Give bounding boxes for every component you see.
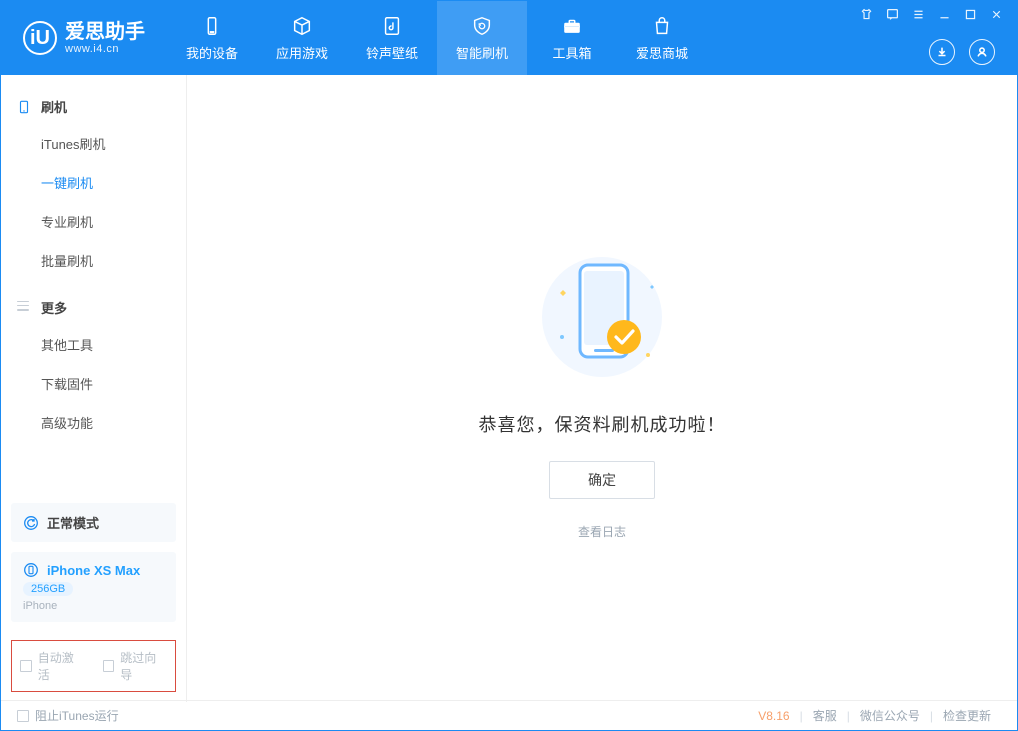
wechat-link[interactable]: 微信公众号 (850, 707, 930, 724)
account-button[interactable] (969, 39, 995, 65)
tab-label: 应用游戏 (276, 43, 328, 62)
sidebar-group-flash: 刷机 (1, 89, 186, 124)
sidebar-item-itunes-flash[interactable]: iTunes刷机 (1, 124, 186, 163)
main-content: 恭喜您，保资料刷机成功啦！ 确定 查看日志 (187, 75, 1017, 702)
check-update-link[interactable]: 检查更新 (933, 707, 1001, 724)
sidebar-item-batch-flash[interactable]: 批量刷机 (1, 241, 186, 280)
cube-icon (290, 15, 314, 37)
device-type: iPhone (23, 600, 164, 612)
support-link[interactable]: 客服 (803, 707, 847, 724)
sidebar-group-more: 更多 (1, 290, 186, 325)
phone-icon (23, 562, 39, 578)
checkbox-skip-wizard[interactable]: 跳过向导 (103, 649, 168, 683)
feedback-icon[interactable] (885, 7, 899, 21)
tab-my-device[interactable]: 我的设备 (167, 1, 257, 75)
sidebar-item-oneclick-flash[interactable]: 一键刷机 (1, 163, 186, 202)
device-card[interactable]: iPhone XS Max 256GB iPhone (11, 552, 176, 622)
sidebar-item-pro-flash[interactable]: 专业刷机 (1, 202, 186, 241)
main-tabs: 我的设备 应用游戏 铃声壁纸 智能刷机 工具箱 爱思商城 (167, 1, 707, 75)
status-bar: 阻止iTunes运行 V8.16 | 客服 | 微信公众号 | 检查更新 (1, 700, 1017, 730)
tab-apps-games[interactable]: 应用游戏 (257, 1, 347, 75)
phone-icon (17, 100, 31, 114)
music-file-icon (380, 15, 404, 37)
checkbox-label: 跳过向导 (120, 649, 167, 683)
confirm-button[interactable]: 确定 (549, 461, 655, 499)
success-illustration (522, 237, 682, 387)
tab-label: 智能刷机 (456, 43, 508, 62)
logo-icon: iU (23, 21, 57, 55)
tab-smart-flash[interactable]: 智能刷机 (437, 1, 527, 75)
checkbox-block-itunes[interactable]: 阻止iTunes运行 (17, 707, 119, 724)
shield-refresh-icon (470, 15, 494, 37)
toolbox-icon (560, 15, 584, 37)
device-capacity-badge: 256GB (23, 582, 73, 596)
app-title: 爱思助手 (65, 21, 145, 43)
tab-store[interactable]: 爱思商城 (617, 1, 707, 75)
download-button[interactable] (929, 39, 955, 65)
checkbox-auto-activate[interactable]: 自动激活 (20, 649, 85, 683)
maximize-button[interactable] (963, 7, 977, 21)
tab-toolbox[interactable]: 工具箱 (527, 1, 617, 75)
tab-ringtone-wallpaper[interactable]: 铃声壁纸 (347, 1, 437, 75)
device-icon (200, 15, 224, 37)
version-label: V8.16 (748, 709, 799, 723)
checkbox-label: 自动激活 (38, 649, 85, 683)
sidebar-item-download-firmware[interactable]: 下载固件 (1, 364, 186, 403)
view-log-link[interactable]: 查看日志 (578, 523, 626, 540)
options-highlight-box: 自动激活 跳过向导 (11, 640, 176, 692)
hamburger-icon (17, 301, 31, 315)
mode-card[interactable]: 正常模式 (11, 503, 176, 542)
menu-icon[interactable] (911, 7, 925, 21)
sidebar-group-title: 更多 (41, 298, 67, 317)
tshirt-icon[interactable] (859, 7, 873, 21)
minimize-button[interactable] (937, 7, 951, 21)
sidebar-item-advanced[interactable]: 高级功能 (1, 403, 186, 442)
sidebar-item-other-tools[interactable]: 其他工具 (1, 325, 186, 364)
tab-label: 我的设备 (186, 43, 238, 62)
tab-label: 爱思商城 (636, 43, 688, 62)
refresh-icon (23, 515, 39, 531)
device-name: iPhone XS Max (47, 563, 140, 578)
sidebar-group-title: 刷机 (41, 97, 67, 116)
tab-label: 工具箱 (552, 43, 591, 62)
window-controls (859, 7, 1003, 21)
sidebar: 刷机 iTunes刷机 一键刷机 专业刷机 批量刷机 更多 其他工具 下载固件 … (1, 75, 187, 702)
mode-label: 正常模式 (47, 513, 99, 532)
bag-icon (650, 15, 674, 37)
app-logo: iU 爱思助手 www.i4.cn (1, 1, 167, 75)
close-button[interactable] (989, 7, 1003, 21)
app-subtitle: www.i4.cn (65, 43, 145, 55)
tab-label: 铃声壁纸 (366, 43, 418, 62)
checkbox-label: 阻止iTunes运行 (35, 707, 119, 724)
app-header: iU 爱思助手 www.i4.cn 我的设备 应用游戏 铃声壁纸 智能刷机 工具… (1, 1, 1017, 75)
success-message: 恭喜您，保资料刷机成功啦！ (479, 411, 726, 437)
